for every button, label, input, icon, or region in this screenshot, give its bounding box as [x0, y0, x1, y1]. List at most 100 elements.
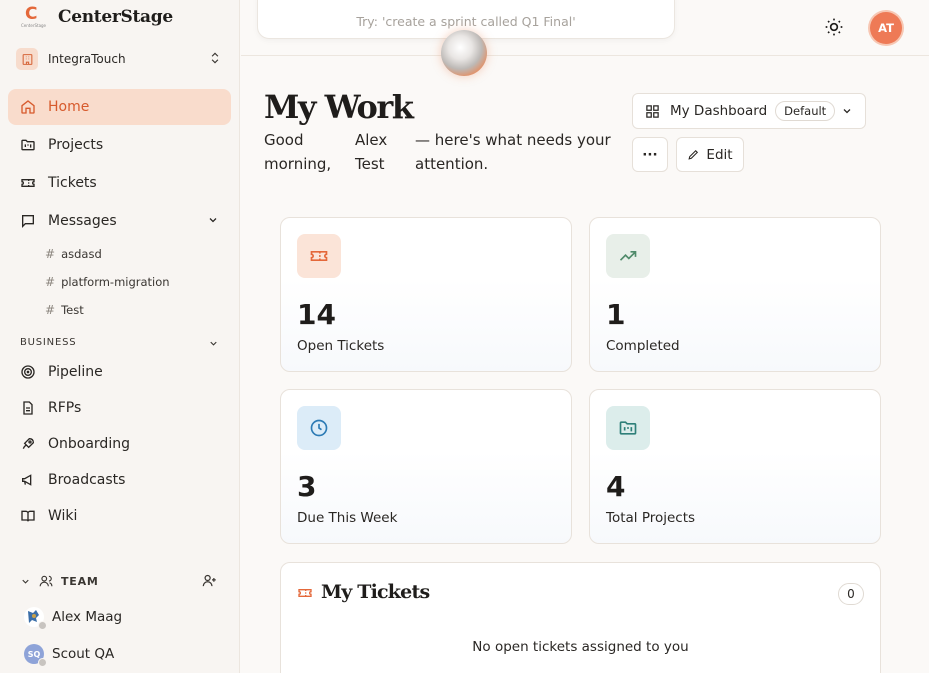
- my-tickets-panel: My Tickets 0 No open tickets assigned to…: [280, 562, 881, 673]
- home-icon: [20, 99, 36, 115]
- team-header[interactable]: TEAM: [20, 571, 220, 591]
- file-text-icon: [20, 400, 36, 416]
- nav-rfps[interactable]: RFPs: [8, 390, 231, 426]
- my-tickets-title: My Tickets: [321, 581, 430, 603]
- my-tickets-count-badge: 0: [838, 583, 864, 605]
- message-square-icon: [20, 213, 36, 229]
- team-member[interactable]: Alex Maag: [24, 605, 123, 630]
- stat-value: 1: [606, 298, 626, 331]
- nav-broadcasts-label: Broadcasts: [48, 472, 126, 488]
- hash-icon: #: [45, 247, 56, 261]
- sun-icon: [824, 17, 844, 37]
- building-icon: [16, 48, 38, 70]
- nav-home-label: Home: [48, 99, 90, 115]
- stat-card-completed[interactable]: 1 Completed: [589, 217, 881, 372]
- stat-card-total-projects[interactable]: 4 Total Projects: [589, 389, 881, 544]
- topbar: Try: 'create a sprint called Q1 Final' A…: [241, 0, 929, 76]
- ticket-icon: [297, 234, 341, 278]
- team-label: TEAM: [61, 574, 99, 588]
- nav-projects[interactable]: Projects: [8, 127, 231, 163]
- chevron-down-icon[interactable]: [207, 214, 219, 230]
- status-dot: [38, 621, 47, 630]
- member-name: Scout QA: [52, 646, 115, 662]
- sidebar: C CenterStage CenterStage IntegraTouch H…: [0, 0, 240, 673]
- hash-icon: #: [45, 303, 56, 317]
- greeting-name: Alex Test: [355, 131, 388, 173]
- nav-home[interactable]: Home: [8, 89, 231, 125]
- nav-messages[interactable]: Messages: [8, 203, 231, 239]
- ticket-icon: [297, 585, 313, 605]
- greeting-part: Good morning,: [264, 131, 332, 173]
- brand-logo-text: CenterStage: [21, 23, 47, 28]
- nav-rfps-label: RFPs: [48, 400, 82, 416]
- folder-kanban-icon: [20, 137, 36, 153]
- stat-value: 14: [297, 298, 336, 331]
- edit-button[interactable]: Edit: [676, 137, 744, 172]
- command-placeholder: Try: 'create a sprint called Q1 Final': [356, 14, 576, 29]
- target-icon: [20, 364, 36, 380]
- nav-tickets-label: Tickets: [48, 175, 97, 191]
- ticket-icon: [20, 175, 36, 191]
- avatar-initials: SQ: [27, 649, 41, 659]
- rocket-icon: [20, 436, 36, 452]
- chevron-down-icon[interactable]: [208, 337, 219, 353]
- add-user-icon[interactable]: [202, 573, 217, 588]
- stat-card-open-tickets[interactable]: 14 Open Tickets: [280, 217, 572, 372]
- more-options-button[interactable]: ···: [632, 137, 668, 172]
- chevron-down-icon: [20, 576, 31, 587]
- brand-logo-letter: C: [25, 4, 38, 24]
- nav-tickets[interactable]: Tickets: [8, 165, 231, 201]
- channel-item[interactable]: # platform-migration: [45, 272, 170, 292]
- nav-pipeline[interactable]: Pipeline: [8, 354, 231, 390]
- avatar: [24, 607, 47, 630]
- layout-grid-icon: [645, 104, 660, 119]
- brand[interactable]: C CenterStage CenterStage: [20, 4, 173, 30]
- users-icon: [39, 574, 53, 588]
- megaphone-icon: [20, 472, 36, 488]
- assistant-orb-icon[interactable]: [441, 30, 487, 76]
- dashboard-selector[interactable]: My Dashboard Default: [632, 93, 866, 129]
- stat-label: Completed: [606, 338, 680, 354]
- chevron-down-icon: [841, 105, 853, 121]
- org-name: IntegraTouch: [48, 52, 126, 66]
- channel-label: platform-migration: [61, 275, 170, 289]
- stat-label: Due This Week: [297, 510, 398, 526]
- stat-card-due-this-week[interactable]: 3 Due This Week: [280, 389, 572, 544]
- theme-toggle-button[interactable]: [823, 16, 845, 38]
- edit-label: Edit: [706, 146, 733, 163]
- status-dot: [38, 658, 47, 667]
- hash-icon: #: [45, 275, 56, 289]
- default-badge: Default: [775, 101, 836, 121]
- team-member[interactable]: SQ Scout QA: [24, 642, 115, 667]
- nav-onboarding[interactable]: Onboarding: [8, 426, 231, 462]
- channel-label: asdasd: [61, 247, 102, 261]
- trending-up-icon: [606, 234, 650, 278]
- page-title: My Work: [264, 88, 414, 126]
- brand-logo: C CenterStage: [20, 4, 46, 30]
- nav-messages-label: Messages: [48, 213, 117, 229]
- nav-pipeline-label: Pipeline: [48, 364, 103, 380]
- empty-state-text: No open tickets assigned to you: [472, 639, 689, 655]
- stat-label: Open Tickets: [297, 338, 385, 354]
- user-avatar[interactable]: AT: [870, 12, 902, 44]
- member-name: Alex Maag: [52, 609, 123, 625]
- book-open-icon: [20, 508, 36, 524]
- brand-name: CenterStage: [58, 7, 173, 27]
- pencil-icon: [687, 148, 700, 161]
- chevrons-up-down-icon: [208, 50, 222, 70]
- nav-onboarding-label: Onboarding: [48, 436, 130, 452]
- greeting-part: — here's what needs your attention.: [415, 131, 611, 173]
- nav-broadcasts[interactable]: Broadcasts: [8, 462, 231, 498]
- nav-wiki[interactable]: Wiki: [8, 498, 231, 534]
- folder-kanban-icon: [606, 406, 650, 450]
- dashboard-label: My Dashboard: [670, 103, 768, 119]
- stat-label: Total Projects: [606, 510, 696, 526]
- org-switcher[interactable]: IntegraTouch: [8, 44, 232, 74]
- channel-item[interactable]: # asdasd: [45, 244, 102, 264]
- stat-value: 4: [606, 470, 626, 503]
- stat-value: 3: [297, 470, 317, 503]
- channel-label: Test: [61, 303, 84, 317]
- channel-item[interactable]: # Test: [45, 300, 84, 320]
- nav-projects-label: Projects: [48, 137, 104, 153]
- avatar: SQ: [24, 644, 47, 667]
